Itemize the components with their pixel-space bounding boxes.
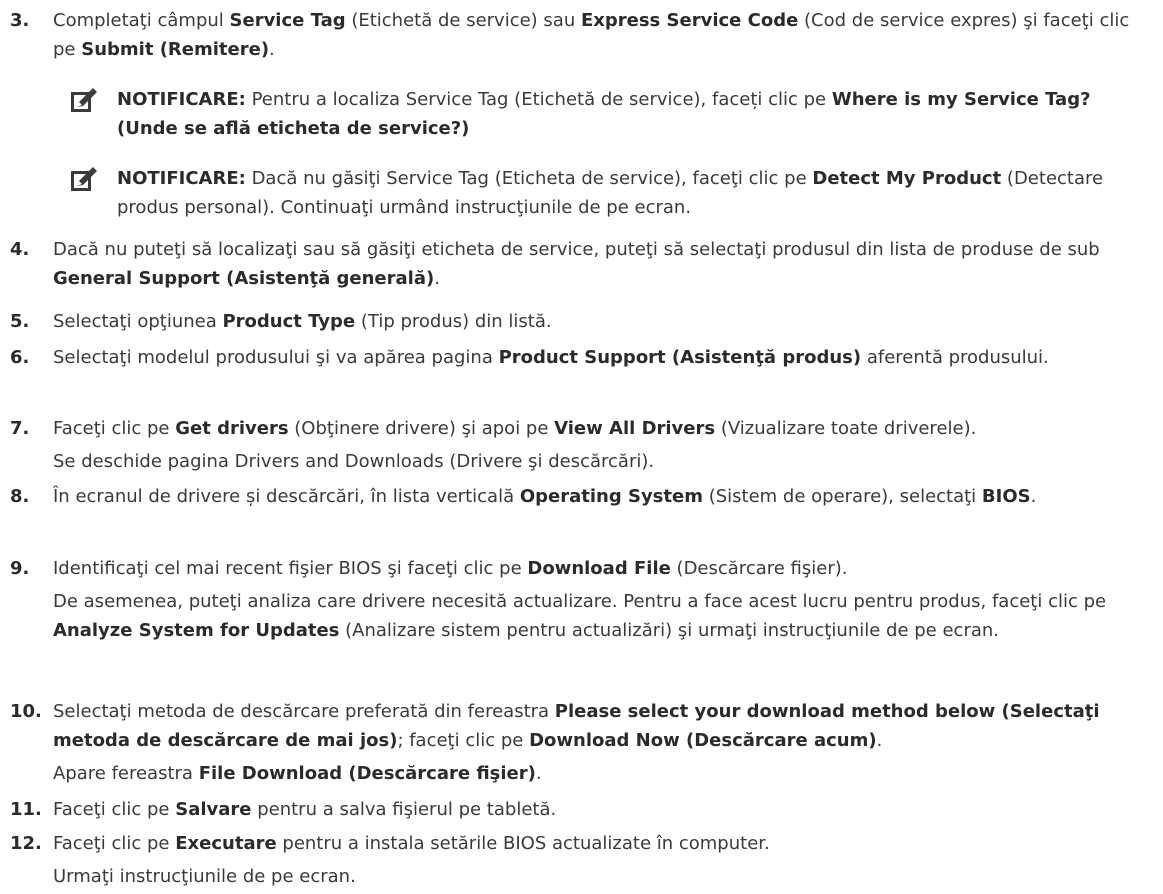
text-run: Completaţi câmpul [53,10,230,31]
step-number: 8. [10,486,30,507]
bold-term: Express Service Code [580,10,799,31]
step-4: 4. Dacă nu puteţi să localizaţi sau să g… [0,235,1150,293]
bold-term: Download Now (Descărcare acum) [529,730,877,751]
step-5: 5. Selectaţi opţiunea Product Type (Tip … [0,307,1150,336]
text-run: Faceţi clic pe [53,418,176,439]
text-run: Dacă nu găsiţi Service Tag (Eticheta de … [245,168,813,189]
step-text: Selectaţi metoda de descărcare preferată… [53,697,1150,755]
note-text: NOTIFICARE: Dacă nu găsiţi Service Tag (… [117,164,1155,222]
bold-term: File Download (Descărcare fişier) [198,763,536,784]
text-run: pentru a salva fişierul pe tabletă. [251,799,557,820]
bold-term: Submit (Remitere) [81,39,270,60]
step-number: 9. [10,558,30,579]
step-subtext: Se deschide pagina Drivers and Downloads… [53,447,1150,476]
text-run: (Etichetă de service) sau [345,10,581,31]
text-run: De asemenea, puteţi analiza care drivere… [53,591,1107,612]
bold-term: Executare [175,833,277,854]
bold-term: View All Drivers [554,418,716,439]
text-run: aferentă produsului. [861,347,1049,368]
step-6: 6. Selectaţi modelul produsului şi va ap… [0,343,1150,372]
step-text: Selectaţi opţiunea Product Type (Tip pro… [53,307,1150,336]
step-text: Faceţi clic pe Get drivers (Obţinere dri… [53,414,1150,443]
text-run: (Analizare sistem pentru actualizări) şi… [339,620,1000,641]
step-10: 10. Selectaţi metoda de descărcare prefe… [0,697,1150,788]
text-run: Apare fereastra [53,763,199,784]
step-3: 3. Completaţi câmpul Service Tag (Etiche… [0,6,1150,64]
bold-term: Detect My Product [812,168,1002,189]
text-run: . [876,730,883,751]
step-subtext: De asemenea, puteţi analiza care drivere… [53,587,1150,645]
note-service-tag-location: NOTIFICARE: Pentru a localiza Service Ta… [70,85,1155,143]
text-run: Faceţi clic pe [53,833,176,854]
step-number: 11. [10,799,42,820]
text-run: (Sistem de operare), selectaţi [702,486,982,507]
bold-term: Product Type [222,311,356,332]
note-text: NOTIFICARE: Pentru a localiza Service Ta… [117,85,1155,143]
text-run: Selectaţi metoda de descărcare preferată… [53,701,555,722]
bold-term: BIOS [981,486,1031,507]
bold-term: Service Tag [229,10,346,31]
step-text: Dacă nu puteţi să localizaţi sau să găsi… [53,235,1150,293]
bold-term: Get drivers [175,418,289,439]
text-run: (Tip produs) din listă. [355,311,552,332]
step-8: 8. În ecranul de drivere și descărcări, … [0,482,1150,511]
text-run: . [434,268,440,289]
text-run: . [269,39,275,60]
step-text: Faceţi clic pe Salvare pentru a salva fi… [53,795,1150,824]
bold-term: Download File [527,558,671,579]
step-text: Faceţi clic pe Executare pentru a instal… [53,829,1150,858]
text-run: Selectaţi opţiunea [53,311,223,332]
text-run: pentru a instala setările BIOS actualiza… [276,833,770,854]
text-run: Se deschide pagina Drivers and Downloads… [53,451,655,472]
text-run: (Descărcare fişier). [670,558,848,579]
text-run: (Obţinere drivere) şi apoi pe [288,418,555,439]
step-number: 5. [10,311,30,332]
bold-term: Product Support (Asistenţă produs) [498,347,862,368]
step-number: 3. [10,10,30,31]
bold-term: NOTIFICARE: [117,89,246,110]
bold-term: General Support (Asistenţă generală) [53,268,435,289]
text-run: Urmaţi instrucţiunile de pe ecran. [53,866,356,887]
step-number: 4. [10,239,30,260]
step-number: 12. [10,833,42,854]
step-text: Completaţi câmpul Service Tag (Etichetă … [53,6,1150,64]
step-text: În ecranul de drivere și descărcări, în … [53,482,1150,511]
bold-term: Operating System [519,486,703,507]
step-text: Identificaţi cel mai recent fişier BIOS … [53,554,1150,583]
bold-term: Analyze System for Updates [53,620,340,641]
step-11: 11. Faceţi clic pe Salvare pentru a salv… [0,795,1150,824]
text-run: Dacă nu puteţi să localizaţi sau să găsi… [53,239,1100,260]
text-run: (Vizualizare toate driverele). [715,418,977,439]
bold-term: NOTIFICARE: [117,168,246,189]
step-number: 6. [10,347,30,368]
pencil-note-icon [71,88,97,112]
pencil-note-icon [71,167,97,191]
text-run: ; faceţi clic pe [397,730,530,751]
bold-term: Salvare [175,799,252,820]
step-12: 12. Faceţi clic pe Executare pentru a in… [0,829,1150,891]
text-run: Identificaţi cel mai recent fişier BIOS … [53,558,528,579]
document-page: 3. Completaţi câmpul Service Tag (Etiche… [0,0,1163,894]
text-run: Faceţi clic pe [53,799,176,820]
step-subtext: Apare fereastra File Download (Descărcar… [53,759,1150,788]
step-text: Selectaţi modelul produsului şi va apăre… [53,343,1150,372]
text-run: Selectaţi modelul produsului şi va apăre… [53,347,499,368]
step-subtext: Urmaţi instrucţiunile de pe ecran. [53,862,1150,891]
text-run: În ecranul de drivere și descărcări, în … [53,486,520,507]
text-run: . [1030,486,1037,507]
text-run: . [535,763,542,784]
step-number: 10. [10,701,42,722]
step-number: 7. [10,418,30,439]
step-9: 9. Identificaţi cel mai recent fişier BI… [0,554,1150,645]
note-detect-product: NOTIFICARE: Dacă nu găsiţi Service Tag (… [70,164,1155,222]
step-7: 7. Faceţi clic pe Get drivers (Obţinere … [0,414,1150,476]
text-run: Pentru a localiza Service Tag (Etichetă … [245,89,832,110]
